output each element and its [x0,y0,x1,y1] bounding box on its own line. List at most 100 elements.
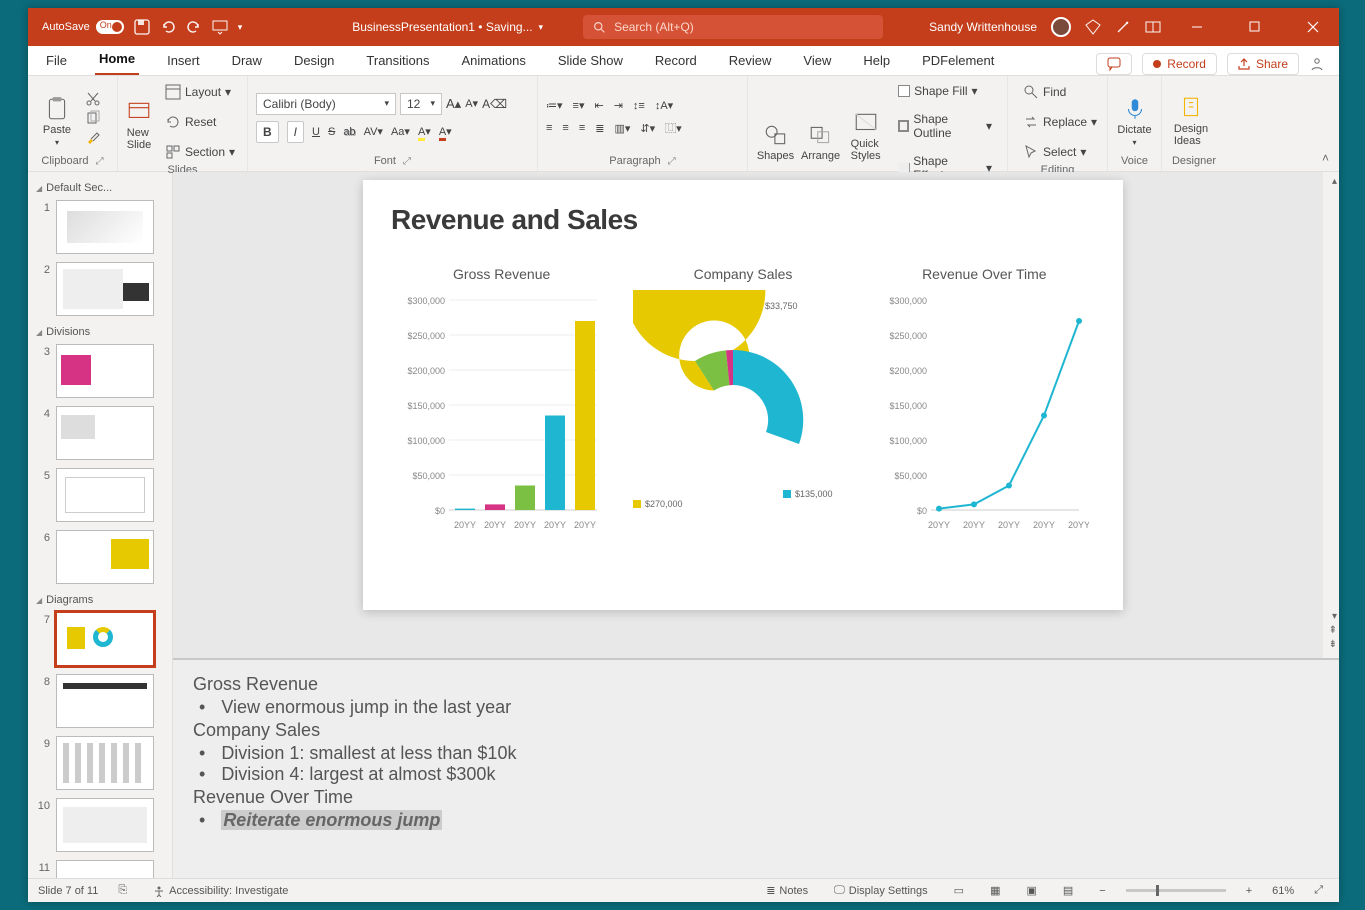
clear-format-button[interactable]: A⌫ [482,97,507,111]
tab-animations[interactable]: Animations [458,47,530,75]
tab-slideshow[interactable]: Slide Show [554,47,627,75]
copy-button[interactable] [84,110,102,126]
underline-button[interactable]: U [312,126,320,138]
zoom-in-button[interactable]: + [1240,885,1258,897]
reading-view-button[interactable]: ▣ [1020,884,1042,897]
share-button[interactable]: Share [1227,53,1299,75]
tab-record[interactable]: Record [651,47,701,75]
slide-thumb-6[interactable] [56,530,154,584]
zoom-level[interactable]: 61% [1272,885,1294,897]
autosave-toggle[interactable]: AutoSave On [42,20,124,34]
record-button[interactable]: Record [1142,53,1217,75]
text-spelling-icon[interactable]: ⎘ [112,884,133,897]
section-button[interactable]: Section▾ [158,140,242,164]
diamond-icon[interactable] [1085,19,1101,35]
replace-button[interactable]: Replace▾ [1016,110,1104,134]
tab-view[interactable]: View [799,47,835,75]
tab-insert[interactable]: Insert [163,47,204,75]
justify-button[interactable]: ≣ [595,122,604,135]
tab-pdfelement[interactable]: PDFelement [918,47,998,75]
slide-thumb-5[interactable] [56,468,154,522]
slide-canvas[interactable]: Revenue and Sales Gross Revenue $300,000… [363,180,1123,610]
slide-thumb-8[interactable] [56,674,154,728]
zoom-slider[interactable] [1126,889,1226,892]
window-mode-icon[interactable] [1145,19,1161,35]
display-settings-button[interactable]: 🖵 Display Settings [828,884,933,897]
search-input[interactable]: Search (Alt+Q) [583,15,883,39]
slide-thumb-9[interactable] [56,736,154,790]
cut-button[interactable] [84,91,102,107]
slide-thumb-7[interactable] [56,612,154,666]
undo-icon[interactable] [160,19,176,35]
maximize-button[interactable] [1233,8,1277,46]
tab-review[interactable]: Review [725,47,776,75]
italic-button[interactable]: I [287,121,304,143]
shape-outline-button[interactable]: Shape Outline▾ [891,108,999,144]
zoom-out-button[interactable]: − [1093,885,1111,897]
tab-file[interactable]: File [42,47,71,75]
user-avatar[interactable] [1051,17,1071,37]
align-text-button[interactable]: ⇵▾ [640,122,655,135]
normal-view-button[interactable]: ▭ [948,884,970,897]
grow-font-button[interactable]: A▴ [446,96,461,112]
font-family-select[interactable]: Calibri (Body)▾ [256,93,396,115]
shrink-font-button[interactable]: A▾ [465,97,478,110]
fit-to-window-button[interactable]: ⤢ [1308,884,1329,897]
format-painter-button[interactable] [84,129,102,145]
slide-thumb-1[interactable] [56,200,154,254]
arrange-button[interactable]: Arrange [801,104,840,162]
strike-button[interactable]: S [328,126,335,138]
start-slideshow-icon[interactable] [212,19,228,35]
design-ideas-button[interactable]: Design Ideas [1170,89,1212,147]
tab-design[interactable]: Design [290,47,338,75]
slide-thumb-10[interactable] [56,798,154,852]
tab-home[interactable]: Home [95,45,139,75]
accessibility-button[interactable]: Accessibility: Investigate [147,885,294,897]
account-icon[interactable] [1309,56,1325,72]
align-right-button[interactable]: ≡ [579,122,585,134]
indent-button[interactable]: ⇥ [614,99,623,112]
select-button[interactable]: Select▾ [1016,140,1104,164]
notes-toggle[interactable]: ≣ Notes [760,884,814,897]
new-slide-button[interactable]: New Slide [126,93,152,151]
slide-thumb-11[interactable] [56,860,154,878]
text-direction-button[interactable]: ↕A▾ [655,99,673,112]
section-header[interactable]: Default Sec... [34,178,166,198]
slide-thumb-3[interactable] [56,344,154,398]
layout-button[interactable]: Layout▾ [158,80,242,104]
bold-button[interactable]: B [256,121,279,143]
user-name[interactable]: Sandy Writtenhouse [929,20,1037,34]
redo-icon[interactable] [186,19,202,35]
columns-button[interactable]: ▥▾ [614,122,630,135]
change-case-button[interactable]: Aa▾ [391,125,410,138]
font-size-select[interactable]: 12▾ [400,93,442,115]
notes-pane[interactable]: Gross Revenue View enormous jump in the … [173,658,1339,878]
save-icon[interactable] [134,19,150,35]
smartart-button[interactable]: ⿶▾ [665,120,682,136]
slide-thumb-4[interactable] [56,406,154,460]
quick-styles-button[interactable]: Quick Styles [846,104,885,162]
section-header[interactable]: Divisions [34,322,166,342]
slideshow-view-button[interactable]: ▤ [1057,884,1079,897]
collapse-ribbon-button[interactable]: ˄ [1322,151,1329,165]
highlight-button[interactable]: A▾ [418,125,431,138]
align-left-button[interactable]: ≡ [546,122,552,134]
outdent-button[interactable]: ⇤ [594,99,603,112]
line-spacing-button[interactable]: ↕≡ [633,100,645,112]
dictate-button[interactable]: Dictate▾ [1116,89,1153,147]
wand-icon[interactable] [1115,19,1131,35]
font-color-button[interactable]: A▾ [439,125,452,138]
sorter-view-button[interactable]: ▦ [984,884,1006,897]
paste-button[interactable]: Paste▾ [36,89,78,147]
shapes-button[interactable]: Shapes [756,104,795,162]
char-spacing-button[interactable]: AV▾ [364,125,383,138]
minimize-button[interactable] [1175,8,1219,46]
close-button[interactable] [1291,8,1335,46]
tab-help[interactable]: Help [859,47,894,75]
find-button[interactable]: Find [1016,80,1104,104]
slide-thumb-2[interactable] [56,262,154,316]
shape-fill-button[interactable]: Shape Fill▾ [891,80,999,102]
numbering-button[interactable]: ≡▾ [573,99,585,112]
bullets-button[interactable]: ≔▾ [546,99,563,112]
tab-transitions[interactable]: Transitions [362,47,433,75]
